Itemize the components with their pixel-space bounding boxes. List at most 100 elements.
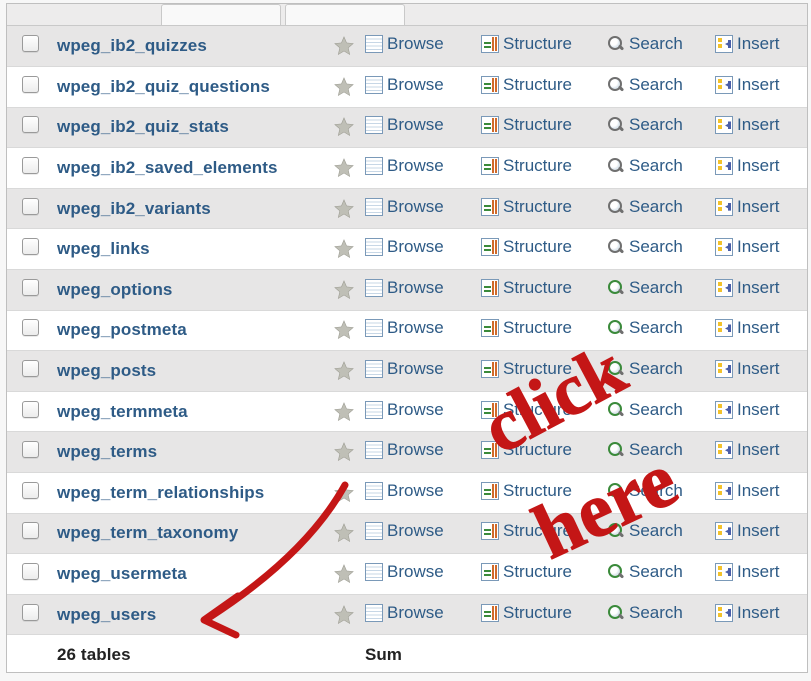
search-action[interactable]: Search <box>607 34 683 54</box>
favorite-star[interactable] <box>323 229 365 270</box>
table-name-link[interactable]: wpeg_ib2_quizzes <box>53 36 207 55</box>
row-checkbox[interactable] <box>22 441 39 458</box>
favorite-star[interactable] <box>323 473 365 514</box>
favorite-star[interactable] <box>323 351 365 392</box>
browse-action[interactable]: Browse <box>365 481 444 501</box>
insert-action[interactable]: Insert <box>715 34 780 54</box>
favorite-star[interactable] <box>323 270 365 311</box>
browse-action[interactable]: Browse <box>365 440 444 460</box>
table-name-link[interactable]: wpeg_ib2_variants <box>53 199 211 218</box>
favorite-star[interactable] <box>323 148 365 189</box>
table-name-link[interactable]: wpeg_users <box>53 605 156 624</box>
browse-action[interactable]: Browse <box>365 318 444 338</box>
favorite-star[interactable] <box>323 310 365 351</box>
row-checkbox[interactable] <box>22 279 39 296</box>
browse-action[interactable]: Browse <box>365 562 444 582</box>
structure-action[interactable]: Structure <box>481 115 572 135</box>
insert-action[interactable]: Insert <box>715 603 780 623</box>
insert-action[interactable]: Insert <box>715 562 780 582</box>
tab-placeholder[interactable] <box>285 4 405 25</box>
insert-action[interactable]: Insert <box>715 75 780 95</box>
search-action[interactable]: Search <box>607 440 683 460</box>
insert-action[interactable]: Insert <box>715 440 780 460</box>
favorite-star[interactable] <box>323 391 365 432</box>
search-action[interactable]: Search <box>607 197 683 217</box>
structure-action[interactable]: Structure <box>481 156 572 176</box>
browse-action[interactable]: Browse <box>365 359 444 379</box>
browse-action[interactable]: Browse <box>365 75 444 95</box>
row-checkbox[interactable] <box>22 319 39 336</box>
row-checkbox[interactable] <box>22 482 39 499</box>
table-name-link[interactable]: wpeg_terms <box>53 442 157 461</box>
row-checkbox[interactable] <box>22 360 39 377</box>
row-checkbox[interactable] <box>22 116 39 133</box>
structure-action[interactable]: Structure <box>481 481 572 501</box>
favorite-star[interactable] <box>323 432 365 473</box>
structure-action[interactable]: Structure <box>481 400 572 420</box>
structure-action[interactable]: Structure <box>481 197 572 217</box>
table-name-link[interactable]: wpeg_options <box>53 280 172 299</box>
row-checkbox[interactable] <box>22 522 39 539</box>
table-name-link[interactable]: wpeg_ib2_quiz_questions <box>53 77 270 96</box>
search-action[interactable]: Search <box>607 521 683 541</box>
row-checkbox[interactable] <box>22 76 39 93</box>
favorite-star[interactable] <box>323 188 365 229</box>
table-name-link[interactable]: wpeg_term_taxonomy <box>53 523 238 542</box>
table-name-link[interactable]: wpeg_term_relationships <box>53 483 264 502</box>
row-checkbox[interactable] <box>22 401 39 418</box>
insert-action[interactable]: Insert <box>715 115 780 135</box>
insert-action[interactable]: Insert <box>715 481 780 501</box>
search-action[interactable]: Search <box>607 156 683 176</box>
search-action[interactable]: Search <box>607 562 683 582</box>
favorite-star[interactable] <box>323 107 365 148</box>
browse-action[interactable]: Browse <box>365 197 444 217</box>
insert-action[interactable]: Insert <box>715 237 780 257</box>
browse-action[interactable]: Browse <box>365 400 444 420</box>
browse-action[interactable]: Browse <box>365 156 444 176</box>
tab-placeholder[interactable] <box>161 4 281 25</box>
row-checkbox[interactable] <box>22 604 39 621</box>
insert-action[interactable]: Insert <box>715 278 780 298</box>
row-checkbox[interactable] <box>22 198 39 215</box>
browse-action[interactable]: Browse <box>365 34 444 54</box>
favorite-star[interactable] <box>323 554 365 595</box>
row-checkbox[interactable] <box>22 238 39 255</box>
search-action[interactable]: Search <box>607 359 683 379</box>
row-checkbox[interactable] <box>22 35 39 52</box>
structure-action[interactable]: Structure <box>481 75 572 95</box>
structure-action[interactable]: Structure <box>481 359 572 379</box>
search-action[interactable]: Search <box>607 75 683 95</box>
table-name-link[interactable]: wpeg_termmeta <box>53 402 188 421</box>
favorite-star[interactable] <box>323 67 365 108</box>
table-name-link[interactable]: wpeg_usermeta <box>53 564 187 583</box>
insert-action[interactable]: Insert <box>715 197 780 217</box>
insert-action[interactable]: Insert <box>715 359 780 379</box>
table-name-link[interactable]: wpeg_posts <box>53 361 156 380</box>
table-name-link[interactable]: wpeg_ib2_saved_elements <box>53 158 278 177</box>
structure-action[interactable]: Structure <box>481 34 572 54</box>
search-action[interactable]: Search <box>607 603 683 623</box>
insert-action[interactable]: Insert <box>715 318 780 338</box>
search-action[interactable]: Search <box>607 400 683 420</box>
browse-action[interactable]: Browse <box>365 278 444 298</box>
search-action[interactable]: Search <box>607 278 683 298</box>
browse-action[interactable]: Browse <box>365 603 444 623</box>
structure-action[interactable]: Structure <box>481 278 572 298</box>
table-name-link[interactable]: wpeg_ib2_quiz_stats <box>53 117 229 136</box>
structure-action[interactable]: Structure <box>481 562 572 582</box>
table-name-link[interactable]: wpeg_postmeta <box>53 320 187 339</box>
insert-action[interactable]: Insert <box>715 521 780 541</box>
browse-action[interactable]: Browse <box>365 521 444 541</box>
search-action[interactable]: Search <box>607 318 683 338</box>
insert-action[interactable]: Insert <box>715 156 780 176</box>
favorite-star[interactable] <box>323 594 365 635</box>
browse-action[interactable]: Browse <box>365 115 444 135</box>
insert-action[interactable]: Insert <box>715 400 780 420</box>
structure-action[interactable]: Structure <box>481 237 572 257</box>
structure-action[interactable]: Structure <box>481 318 572 338</box>
browse-action[interactable]: Browse <box>365 237 444 257</box>
search-action[interactable]: Search <box>607 115 683 135</box>
row-checkbox[interactable] <box>22 157 39 174</box>
structure-action[interactable]: Structure <box>481 603 572 623</box>
favorite-star[interactable] <box>323 26 365 67</box>
